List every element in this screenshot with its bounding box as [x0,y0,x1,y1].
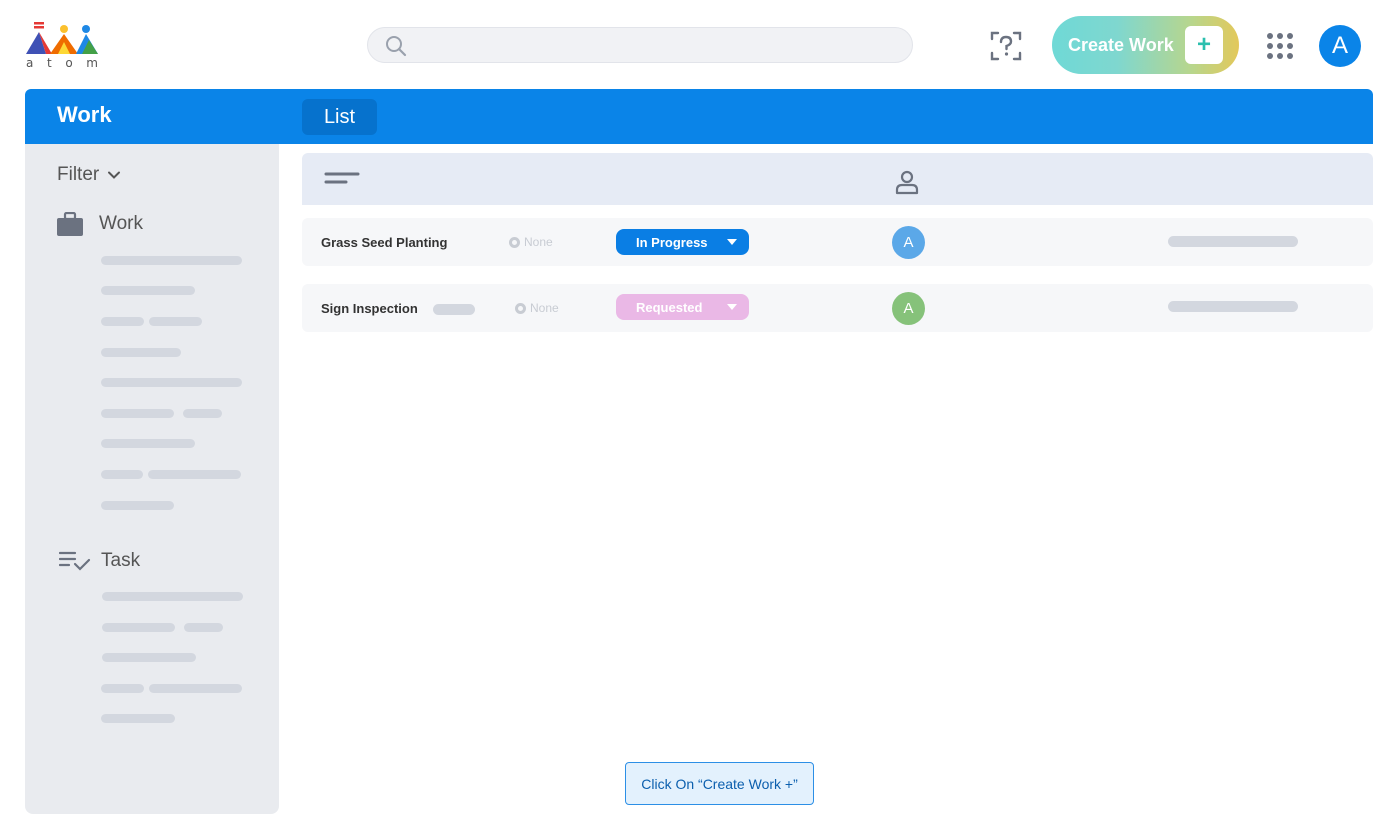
page-header: Work List [25,89,1373,144]
search-input[interactable] [367,27,913,63]
skeleton-line [101,470,143,479]
logo-mark-icon [26,22,98,54]
skeleton-pill [433,304,475,315]
filter-dropdown[interactable]: Filter [57,164,121,186]
skeleton-line [149,317,202,326]
plus-icon: + [1185,26,1223,64]
table-header [302,153,1373,205]
help-scan-icon[interactable] [988,28,1024,64]
instruction-tooltip: Click On “Create Work +” [625,762,814,805]
filter-label: Filter [57,164,100,185]
priority-none[interactable]: None [509,235,553,249]
skeleton-line [101,501,174,510]
skeleton-line [101,348,181,357]
skeleton-line [183,409,222,418]
priority-none[interactable]: None [515,301,559,315]
apps-grid-icon[interactable] [1262,28,1298,64]
lines-icon [324,172,360,184]
task-name[interactable]: Sign Inspection [321,301,418,316]
checklist-icon [59,551,91,571]
skeleton-line [102,653,196,662]
skeleton-line [101,684,144,693]
skeleton-line [149,684,242,693]
status-dropdown[interactable]: In Progress [616,229,749,255]
skeleton-line [1168,301,1298,312]
skeleton-line [102,592,243,601]
sidebar-item-task[interactable]: Task [59,550,140,572]
skeleton-line [101,409,174,418]
briefcase-icon [57,212,83,236]
skeleton-line [101,286,195,295]
skeleton-line [101,317,144,326]
skeleton-line [101,439,195,448]
skeleton-line [1168,236,1298,247]
circle-icon [515,302,526,314]
table-row[interactable]: Grass Seed Planting None In Progress A [302,218,1373,266]
table-row[interactable]: Sign Inspection None Requested A [302,284,1373,332]
search-icon [386,36,407,57]
caret-down-icon [727,304,737,310]
user-avatar[interactable]: A [1319,25,1361,67]
circle-icon [509,236,520,248]
sidebar-item-work[interactable]: Work [57,212,143,236]
assignee-avatar[interactable]: A [892,226,925,259]
create-work-label: Create Work [1068,34,1174,55]
task-name[interactable]: Grass Seed Planting [321,235,447,250]
chevron-down-icon [108,171,121,179]
sidebar: Filter Work Task [25,144,279,814]
sidebar-item-label: Work [99,213,143,234]
status-dropdown[interactable]: Requested [616,294,749,320]
caret-down-icon [727,239,737,245]
create-work-button[interactable]: Create Work + [1052,16,1239,74]
tab-list[interactable]: List [302,99,377,135]
skeleton-line [184,623,223,632]
skeleton-line [101,714,175,723]
skeleton-line [102,623,175,632]
page-title: Work [57,102,112,127]
skeleton-line [101,256,242,265]
skeleton-line [101,378,242,387]
sidebar-item-label: Task [101,550,141,571]
person-icon [895,170,919,195]
assignee-avatar[interactable]: A [892,292,925,325]
atom-logo[interactable]: a t o m [24,20,102,70]
logo-wordmark: a t o m [26,56,98,70]
skeleton-line [148,470,241,479]
